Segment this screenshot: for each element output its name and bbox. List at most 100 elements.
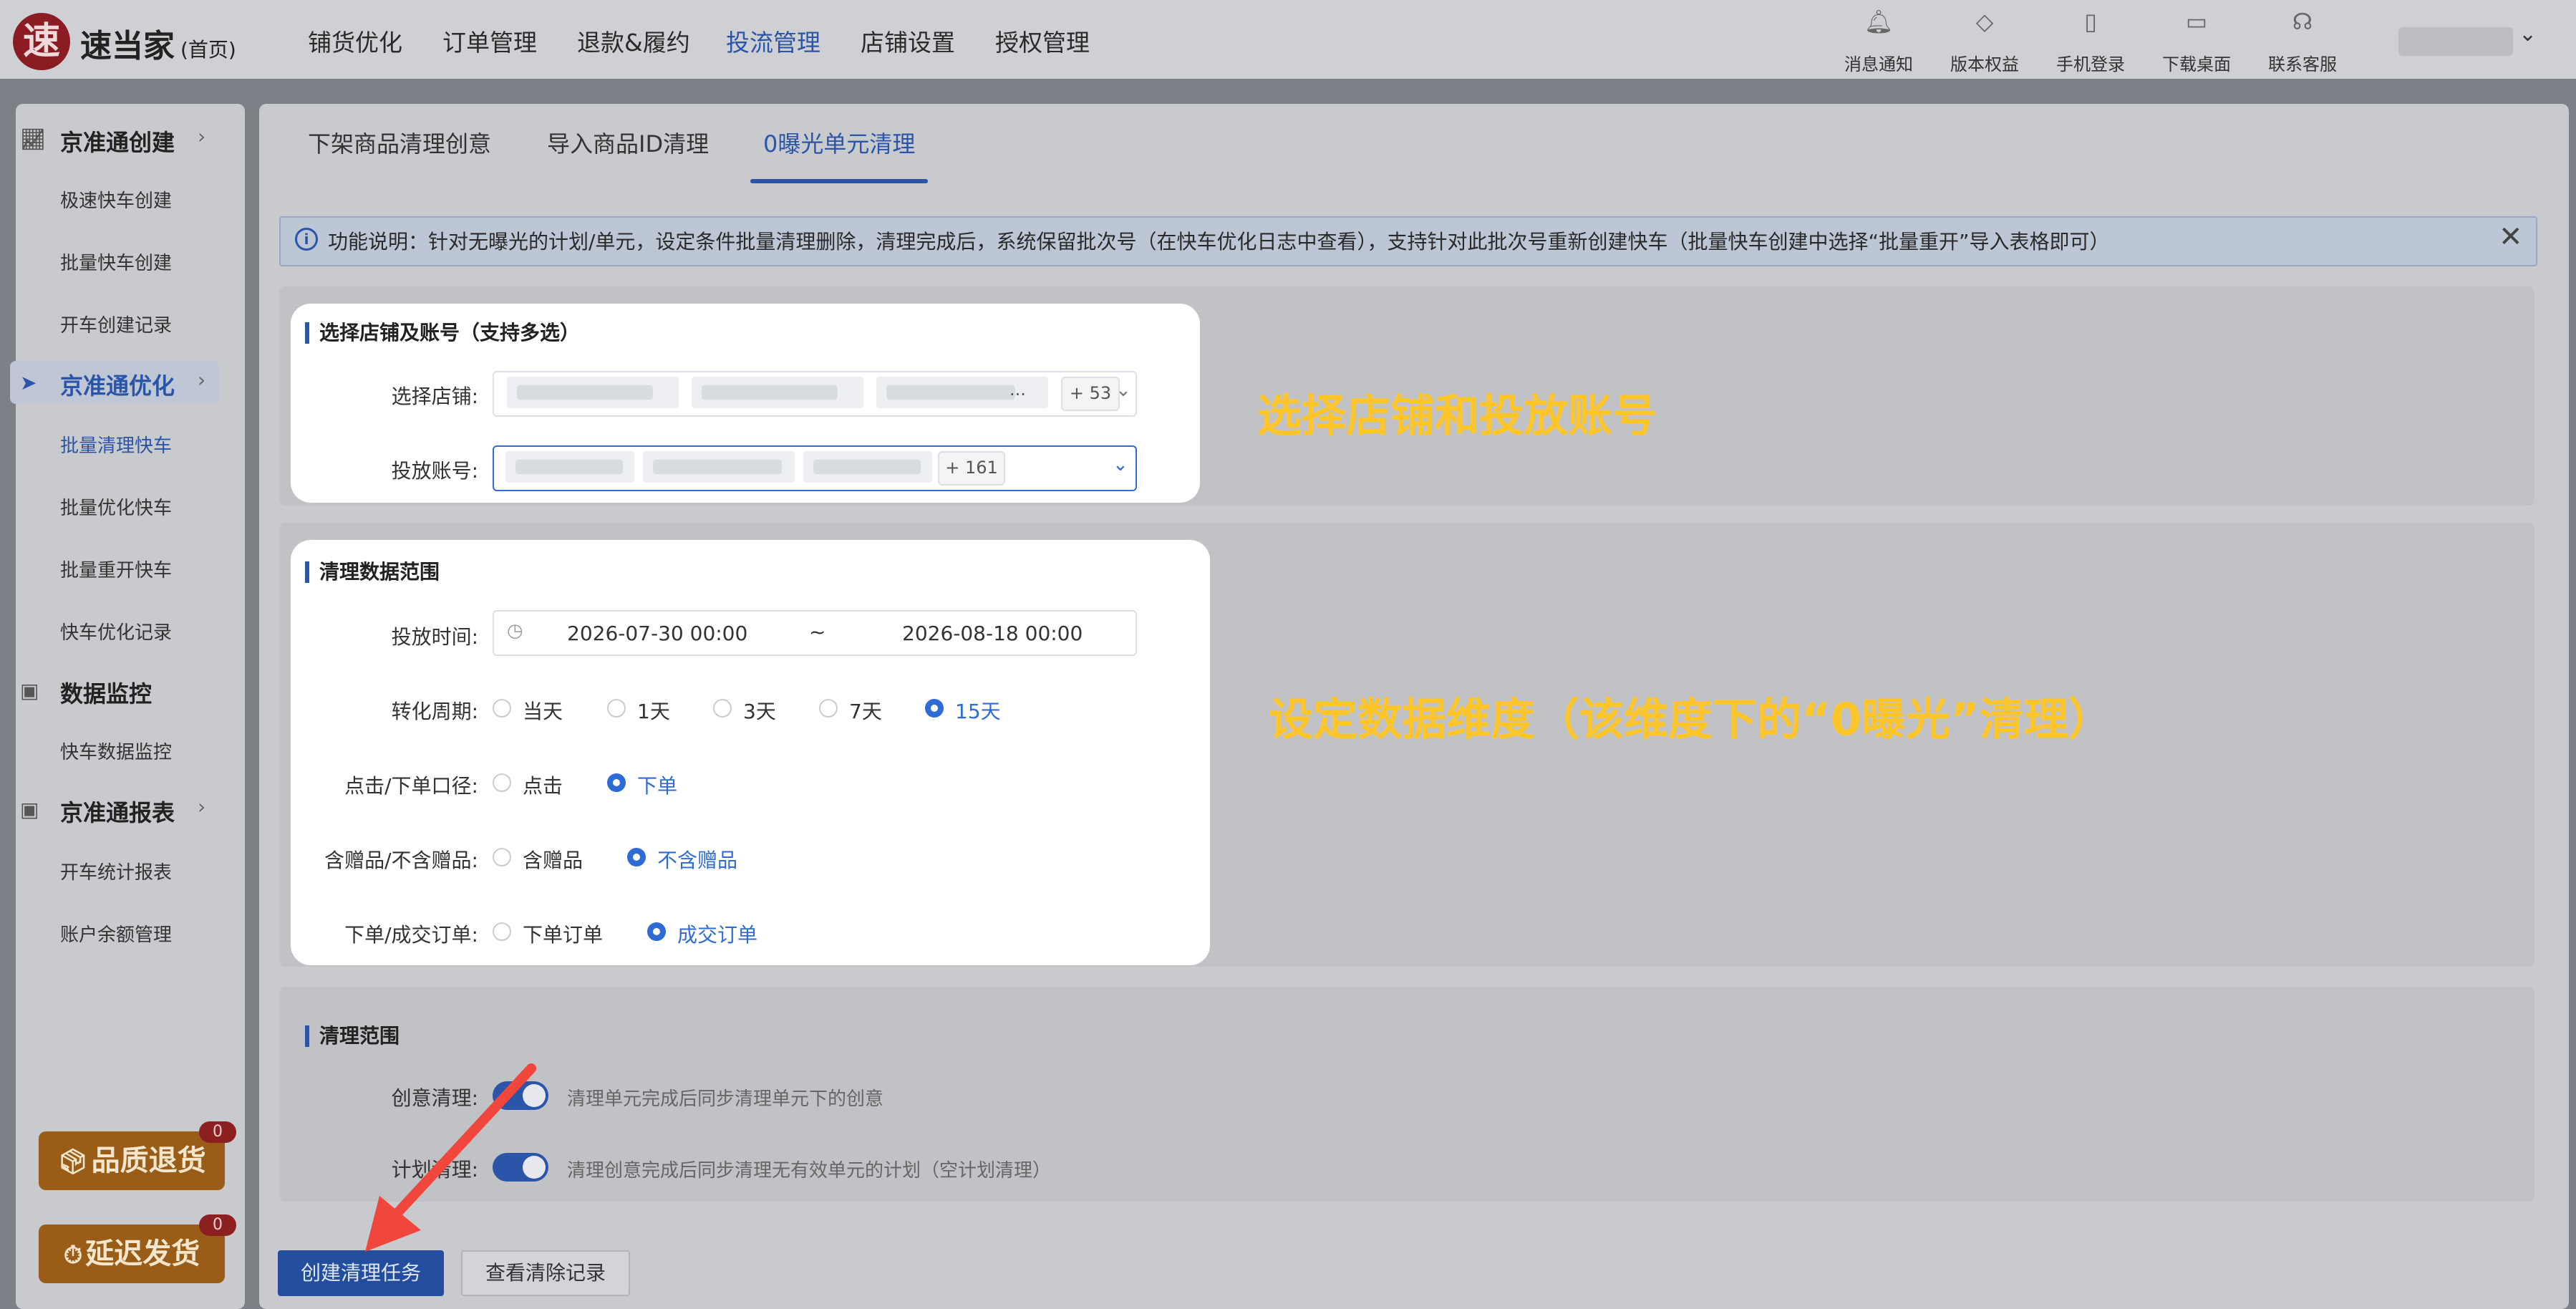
tool-phone-login[interactable]: ▯ 手机登录 xyxy=(2040,7,2141,75)
notice-text: 功能说明：针对无曝光的计划/单元，设定条件批量清理删除，清理完成后，系统保留批次… xyxy=(328,230,2110,253)
end-date[interactable]: 2026-08-18 00:00 xyxy=(902,622,1083,645)
click-label: 点击/下单口径: xyxy=(344,774,478,798)
tool-label: 联系客服 xyxy=(2268,54,2337,74)
annotation-shop: 选择店铺和投放账号 xyxy=(1257,390,1657,442)
topnav-item[interactable]: 店铺设置 xyxy=(861,24,955,58)
radio-gift[interactable] xyxy=(493,848,511,866)
topnav-item[interactable]: 授权管理 xyxy=(995,24,1090,58)
shop-more-chip[interactable]: + 53 xyxy=(1061,377,1120,411)
start-date[interactable]: 2026-07-30 00:00 xyxy=(567,622,747,645)
sidebar-group-create[interactable]: 📈︎ 京准通创建 › xyxy=(0,117,229,160)
shop-chip[interactable] xyxy=(507,377,679,408)
logo-icon[interactable]: 速 xyxy=(13,13,70,70)
radio-placed-order[interactable] xyxy=(493,922,511,941)
annotation-arrow xyxy=(365,1063,536,1252)
order-label: 下单/成交订单: xyxy=(344,923,478,947)
promo-quality-return[interactable]: 📦︎ 品质退货 xyxy=(39,1131,225,1190)
tab-zero-exposure[interactable]: 0曝光单元清理 xyxy=(763,126,915,159)
tool-support[interactable]: ☊ 联系客服 xyxy=(2252,7,2353,75)
box-icon: 📦︎ xyxy=(57,1148,89,1177)
tool-notifications[interactable]: 🔔︎ 消息通知 xyxy=(1829,7,1929,75)
topnav-item[interactable]: 铺货优化 xyxy=(308,24,402,58)
radio-label-selected[interactable]: 不含赠品 xyxy=(657,845,737,874)
radio-cycle-selected[interactable] xyxy=(925,699,944,718)
sidebar-item-active[interactable]: 批量清理快车 xyxy=(60,431,172,458)
shop-label: 选择店铺: xyxy=(391,385,478,408)
section-title: 清理数据范围 xyxy=(305,561,440,583)
arrow-head xyxy=(365,1196,421,1252)
radio-label[interactable]: 含赠品 xyxy=(523,845,583,874)
chevron-right-icon: › xyxy=(198,125,206,148)
account-chip[interactable] xyxy=(803,451,932,483)
sidebar-item[interactable]: 开车创建记录 xyxy=(60,311,172,337)
radio-cycle[interactable] xyxy=(713,699,732,718)
tool-download[interactable]: ▭ 下载桌面 xyxy=(2146,7,2247,75)
headset-icon: ☊ xyxy=(2292,8,2313,35)
tab-delisted[interactable]: 下架商品清理创意 xyxy=(308,126,491,159)
sidebar-group-monitor[interactable]: ▣ 数据监控 xyxy=(0,669,229,712)
radio-label[interactable]: 点击 xyxy=(523,771,563,799)
sidebar-item[interactable]: 批量重开快车 xyxy=(60,556,172,582)
tool-label: 版本权益 xyxy=(1950,54,2019,74)
app-title[interactable]: 速当家 (首页) xyxy=(80,20,236,66)
radio-label[interactable]: 1天 xyxy=(637,696,670,725)
radio-label-selected[interactable]: 下单 xyxy=(637,771,677,799)
bell-icon: 🔔︎ xyxy=(1864,8,1894,35)
chevron-down-icon[interactable]: ⌄ xyxy=(2519,21,2537,47)
range-separator: ~ xyxy=(809,620,826,644)
account-more-chip[interactable]: + 161 xyxy=(938,451,1005,486)
tool-label: 消息通知 xyxy=(1844,54,1913,74)
radio-label-selected[interactable]: 15天 xyxy=(955,696,1001,725)
close-icon[interactable]: ✕ xyxy=(2499,221,2523,253)
arrow-shaft xyxy=(383,1063,536,1228)
shop-chip[interactable]: ... xyxy=(876,377,1048,408)
sidebar-item[interactable]: 账户余额管理 xyxy=(60,920,172,947)
home-label: (首页) xyxy=(180,38,236,62)
radio-cycle[interactable] xyxy=(819,699,838,718)
data-range-card xyxy=(291,540,1210,965)
sidebar-item[interactable]: 极速快车创建 xyxy=(60,186,172,213)
radio-label-selected[interactable]: 成交订单 xyxy=(677,919,757,948)
tool-version[interactable]: ◇ 版本权益 xyxy=(1935,7,2035,75)
topnav-item[interactable]: 退款&履约 xyxy=(577,24,690,58)
radio-label[interactable]: 下单订单 xyxy=(523,919,603,948)
topnav-item-active[interactable]: 投流管理 xyxy=(726,24,820,58)
radio-label[interactable]: 3天 xyxy=(743,696,776,725)
radio-label[interactable]: 当天 xyxy=(523,696,563,725)
chevron-down-icon[interactable]: ⌄ xyxy=(1115,380,1131,401)
sidebar-group-label: 京准通创建 xyxy=(60,129,175,156)
sidebar-item[interactable]: 快车优化记录 xyxy=(60,618,172,644)
account-chip[interactable] xyxy=(505,451,634,483)
topnav-item[interactable]: 订单管理 xyxy=(442,24,537,58)
shop-chip[interactable] xyxy=(692,377,863,408)
time-label: 投放时间: xyxy=(391,625,478,649)
sidebar-group-report[interactable]: ▣ 京准通报表 › xyxy=(0,788,229,831)
radio-cycle[interactable] xyxy=(607,699,626,718)
send-icon: ➤ xyxy=(20,371,37,395)
tool-label: 手机登录 xyxy=(2056,54,2125,74)
user-menu[interactable] xyxy=(2398,27,2513,56)
radio-label[interactable]: 7天 xyxy=(849,696,882,725)
sidebar-item[interactable]: 开车统计报表 xyxy=(60,858,172,884)
creative-desc: 清理单元完成后同步清理单元下的创意 xyxy=(567,1088,884,1110)
radio-order-selected[interactable] xyxy=(607,773,626,792)
radio-click[interactable] xyxy=(493,773,511,792)
sidebar-item[interactable]: 快车数据监控 xyxy=(60,738,172,764)
radio-cycle[interactable] xyxy=(493,699,511,718)
sidebar-item[interactable]: 批量快车创建 xyxy=(60,248,172,275)
promo-delayed-shipping[interactable]: ⏱︎ 延迟发货 xyxy=(39,1225,225,1283)
account-chip[interactable] xyxy=(643,451,795,483)
sidebar-group-optimize[interactable]: ➤ 京准通优化 › xyxy=(10,361,219,404)
sidebar-group-label: 数据监控 xyxy=(60,680,152,707)
promo-label: 延迟发货 xyxy=(85,1237,200,1270)
sidebar-item[interactable]: 批量优化快车 xyxy=(60,493,172,520)
phone-icon: ▯ xyxy=(2084,8,2097,35)
tab-import-id[interactable]: 导入商品ID清理 xyxy=(547,126,709,159)
account-label: 投放账号: xyxy=(391,459,478,483)
chevron-right-icon: › xyxy=(198,368,206,392)
ad-icon: ▣ xyxy=(20,798,39,821)
radio-deal-order-selected[interactable] xyxy=(647,922,666,941)
chevron-right-icon: › xyxy=(198,795,206,818)
radio-no-gift-selected[interactable] xyxy=(627,848,646,866)
chevron-down-icon[interactable]: ⌄ xyxy=(1113,454,1128,475)
